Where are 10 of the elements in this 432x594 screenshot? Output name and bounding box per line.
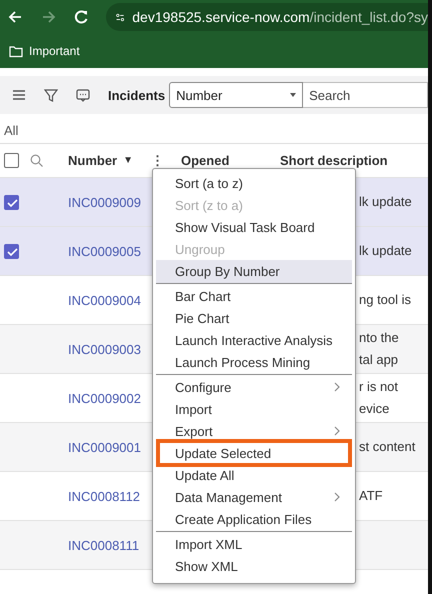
description-text: nto the [359, 330, 399, 345]
description-text: st content [359, 439, 416, 454]
description-text: r is not [359, 379, 398, 394]
description-text: evice [359, 401, 390, 416]
description-text: lk update [359, 194, 412, 209]
description-text: lk update [359, 243, 412, 258]
description-text: ng tool is [359, 292, 412, 307]
description-text: ATF [359, 488, 383, 503]
description-text: tal app [359, 352, 398, 367]
list-title: Incidents [108, 88, 166, 102]
